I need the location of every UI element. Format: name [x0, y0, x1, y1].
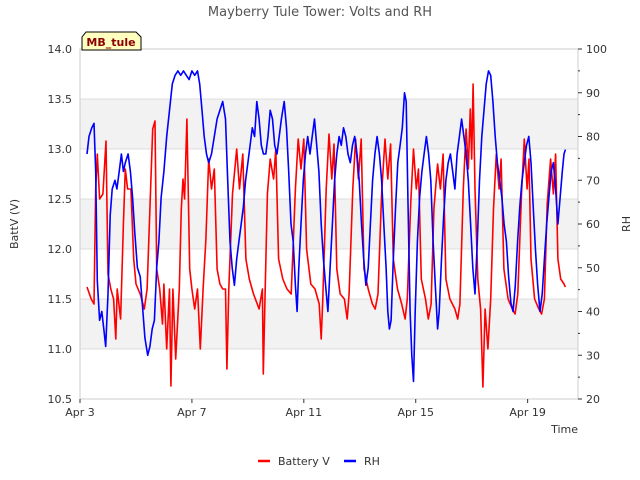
y-tick-label-left: 10.5 — [48, 393, 73, 406]
y-tick-label-right: 50 — [586, 262, 600, 275]
y-tick-label-right: 30 — [586, 349, 600, 362]
y-tick-label-right: 60 — [586, 218, 600, 231]
y-tick-label-right: 80 — [586, 131, 600, 144]
y-axis-label-left: BattV (V) — [8, 199, 21, 249]
y-tick-label-right: 90 — [586, 87, 600, 100]
legend-label: Battery V — [278, 455, 330, 468]
y-tick-label-right: 40 — [586, 306, 600, 319]
station-badge: MB_tule — [81, 31, 142, 51]
legend-label: RH — [364, 455, 380, 468]
x-tick-label: Apr 19 — [509, 406, 546, 419]
y-tick-label-right: 70 — [586, 174, 600, 187]
station-badge-label: MB_tule — [86, 36, 135, 49]
y-tick-label-right: 20 — [586, 393, 600, 406]
y-axis-label-right: RH — [620, 216, 633, 232]
x-tick-label: Apr 11 — [286, 406, 323, 419]
x-tick-label: Apr 7 — [177, 406, 207, 419]
y-tick-label-left: 12.5 — [48, 193, 73, 206]
x-axis-label: Time — [550, 423, 578, 436]
x-tick-label: Apr 15 — [397, 406, 434, 419]
y-tick-label-left: 14.0 — [48, 43, 73, 56]
y-tick-label-left: 11.0 — [48, 343, 73, 356]
x-tick-label: Apr 3 — [65, 406, 95, 419]
y-tick-label-left: 11.5 — [48, 293, 73, 306]
chart-title: Mayberry Tule Tower: Volts and RH — [208, 5, 432, 20]
y-tick-label-right: 100 — [586, 43, 607, 56]
y-tick-label-left: 13.0 — [48, 143, 73, 156]
chart: Mayberry Tule Tower: Volts and RH 10.5 11… — [0, 0, 640, 480]
y-tick-label-left: 12.0 — [48, 243, 73, 256]
y-tick-label-left: 13.5 — [48, 93, 73, 106]
plot-area — [79, 48, 579, 400]
